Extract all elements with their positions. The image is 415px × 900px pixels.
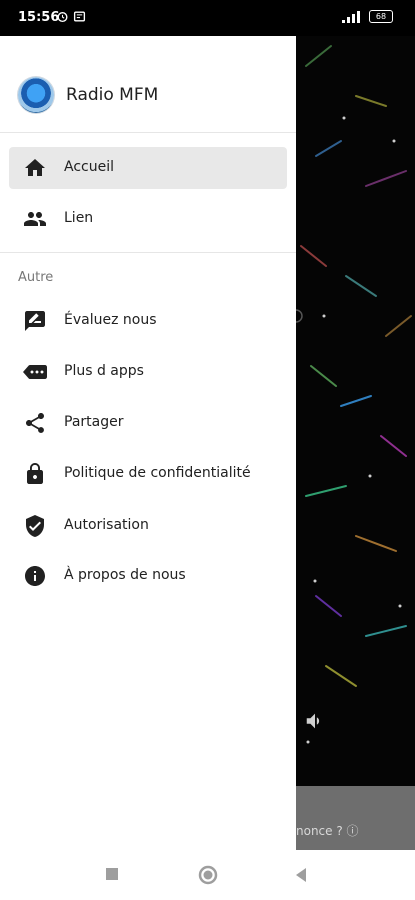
rate-review-icon: [25, 311, 45, 331]
nav-item-label: Lien: [64, 210, 94, 226]
system-nav-bar: [0, 850, 415, 900]
signal-icon: [342, 10, 360, 23]
status-icons-right: 68: [341, 10, 393, 23]
nav-item-label: À propos de nous: [64, 567, 186, 583]
nav-item-autorisation[interactable]: Autorisation: [9, 505, 287, 547]
ad-banner-text: nonce ? ⓘ: [296, 824, 359, 838]
info-icon: [25, 566, 45, 586]
section-title: Autre: [18, 270, 54, 285]
lock-icon: [27, 463, 43, 484]
battery-icon: 68: [369, 10, 393, 23]
back-button[interactable]: [294, 867, 308, 883]
nav-item-label: Autorisation: [64, 517, 149, 533]
nav-item-lien[interactable]: Lien: [9, 198, 287, 240]
notification-icon: [73, 11, 86, 22]
nav-item-partager[interactable]: Partager: [9, 402, 287, 444]
home-icon: [25, 159, 45, 176]
recents-button[interactable]: [105, 867, 119, 881]
nav-item-evaluez-nous[interactable]: Évaluez nous: [9, 300, 287, 342]
app-logo: [18, 77, 54, 113]
drawer-header: Radio MFM: [0, 30, 296, 133]
status-bar: 15:56 68: [0, 0, 415, 36]
nav-item-accueil[interactable]: Accueil: [9, 147, 287, 189]
nav-item-politique[interactable]: Politique de confidentialité: [9, 453, 287, 495]
navigation-drawer: Radio MFM Accueil Lien Autre Évaluez nou…: [0, 30, 296, 850]
volume-icon[interactable]: [304, 710, 326, 732]
nav-item-label: Plus d apps: [64, 363, 144, 379]
nav-item-label: Partager: [64, 414, 124, 430]
status-time: 15:56: [18, 10, 60, 25]
status-icons-left: [56, 10, 86, 23]
nav-item-label: Accueil: [64, 159, 114, 175]
app-name: Radio MFM: [66, 85, 159, 105]
section-header: Autre: [0, 253, 296, 293]
nav-item-a-propos[interactable]: À propos de nous: [9, 555, 287, 597]
nav-item-plus-d-apps[interactable]: Plus d apps: [9, 351, 287, 393]
nav-item-label: Évaluez nous: [64, 312, 157, 328]
verified-shield-icon: [26, 515, 44, 537]
background-player: nonce ? ⓘ: [296, 36, 415, 850]
alarm-icon: [57, 12, 68, 23]
people-icon: [24, 212, 46, 226]
home-button[interactable]: [198, 865, 218, 885]
screen: 15:56 68 nonce ? ⓘ Radio MFM Accueil Lie…: [0, 0, 415, 900]
nav-item-label: Politique de confidentialité: [64, 465, 251, 481]
ad-banner[interactable]: nonce ? ⓘ: [296, 786, 415, 850]
share-icon: [26, 413, 44, 433]
more-apps-icon: [23, 365, 47, 379]
